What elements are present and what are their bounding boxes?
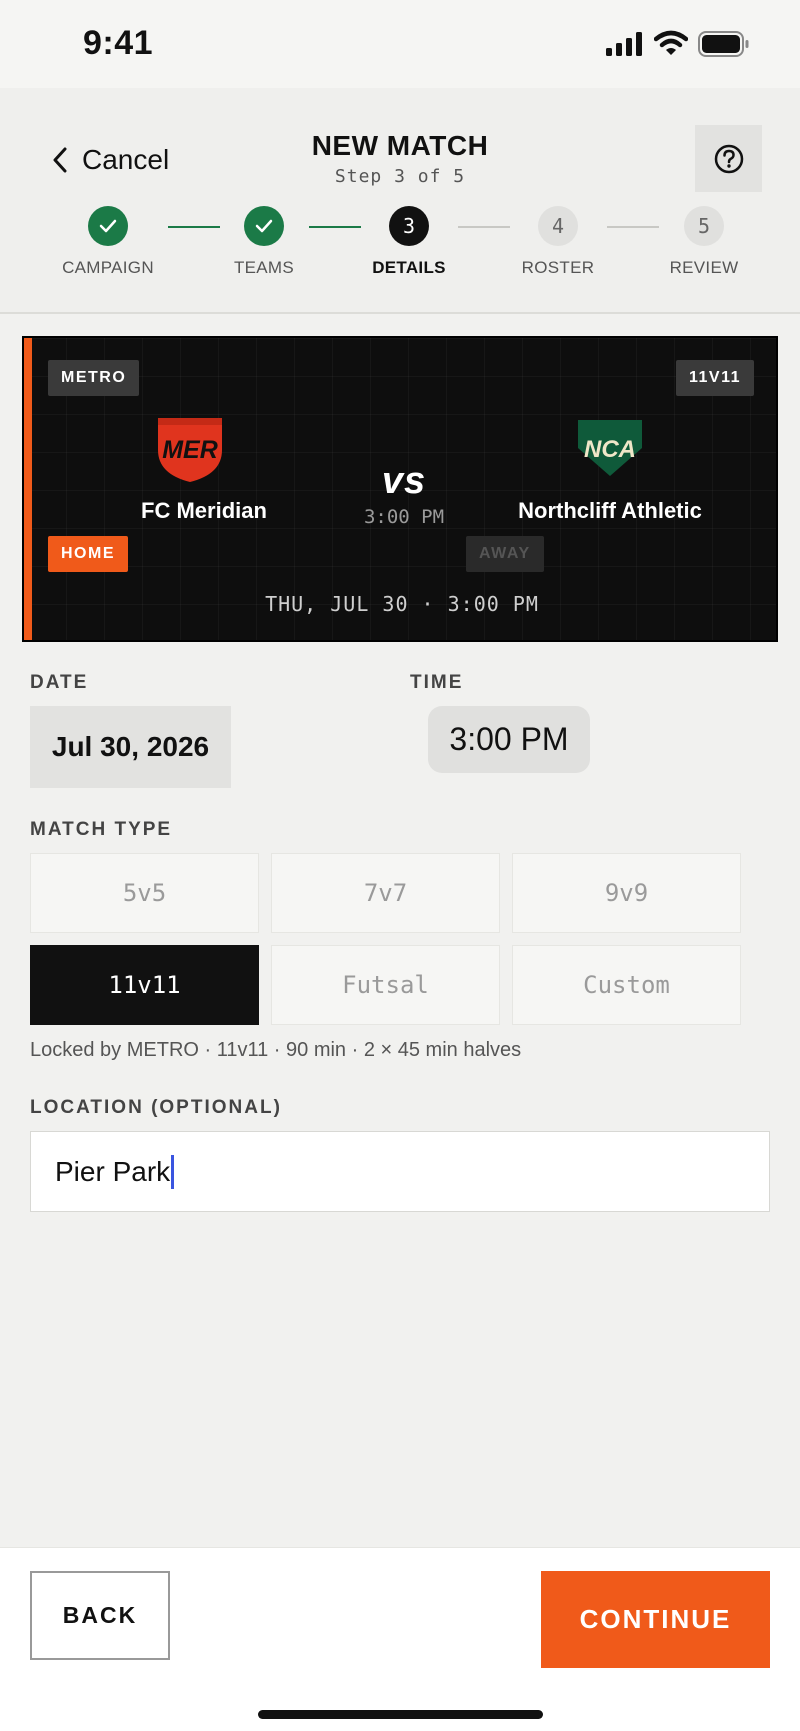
- date-label: DATE: [30, 672, 89, 693]
- step-review: 5 REVIEW: [624, 206, 784, 278]
- step-label: CAMPAIGN: [62, 258, 154, 277]
- match-type-11v11[interactable]: 11v11: [30, 945, 259, 1025]
- home-team-name: FC Meridian: [141, 498, 267, 523]
- versus-label: vs: [381, 460, 427, 502]
- cellular-signal-icon: [606, 32, 642, 56]
- step-roster: 4 ROSTER: [478, 206, 638, 278]
- back-button[interactable]: BACK: [30, 1571, 170, 1660]
- check-icon: [99, 219, 117, 233]
- check-icon: [255, 219, 273, 233]
- location-value: Pier Park: [55, 1155, 171, 1187]
- battery-icon: [698, 31, 749, 57]
- step-teams[interactable]: TEAMS: [184, 206, 344, 278]
- home-indicator[interactable]: [258, 1710, 543, 1719]
- cancel-button[interactable]: Cancel: [52, 140, 169, 180]
- step-complete-indicator: [88, 206, 128, 246]
- time-label: TIME: [410, 672, 464, 693]
- date-picker[interactable]: Jul 30, 2026: [30, 706, 231, 788]
- time-picker[interactable]: 3:00 PM: [428, 706, 590, 773]
- match-type-7v7[interactable]: 7v7: [271, 853, 500, 933]
- match-type-custom[interactable]: Custom: [512, 945, 741, 1025]
- away-team-crest: NCA: [576, 418, 644, 478]
- location-label: LOCATION (OPTIONAL): [30, 1097, 282, 1118]
- home-crest-label: MER: [162, 436, 218, 464]
- match-type-futsal[interactable]: Futsal: [271, 945, 500, 1025]
- step-complete-indicator: [244, 206, 284, 246]
- card-date-line: THU, JUL 30 · 3:00 PM: [265, 592, 539, 616]
- step-number: 5: [684, 206, 724, 246]
- format-chip: 11V11: [676, 360, 754, 396]
- step-details: 3 DETAILS: [329, 206, 489, 278]
- help-circle-icon: [714, 144, 743, 173]
- step-label: REVIEW: [669, 258, 739, 277]
- title-block: NEW MATCH Step 3 of 5: [250, 130, 550, 187]
- page-title: NEW MATCH: [311, 130, 489, 161]
- wifi-icon: [654, 30, 688, 55]
- status-time: 9:41: [83, 24, 154, 62]
- help-button[interactable]: [695, 125, 762, 192]
- away-badge: AWAY: [466, 536, 544, 572]
- wizard-footer: BACK CONTINUE: [0, 1547, 800, 1731]
- location-input[interactable]: Pier Park: [30, 1131, 770, 1212]
- match-type-lock-note: Locked by METRO · 11v11 · 90 min · 2 × 4…: [30, 1039, 522, 1061]
- step-label: DETAILS: [372, 258, 446, 277]
- text-cursor: [171, 1154, 175, 1189]
- home-team-crest: MER: [156, 416, 224, 484]
- step-campaign[interactable]: CAMPAIGN: [28, 206, 188, 278]
- step-number: 3: [389, 206, 429, 246]
- card-kickoff-time: 3:00 PM: [363, 506, 445, 528]
- match-preview-card: METRO 11V11 MER FC Meridian HOME NCA Nor…: [22, 336, 778, 642]
- step-label: TEAMS: [233, 258, 295, 277]
- wizard-header: Cancel NEW MATCH Step 3 of 5 CAMPAIGN TE…: [0, 88, 800, 314]
- league-chip: METRO: [48, 360, 140, 396]
- home-badge: HOME: [48, 536, 128, 572]
- step-label: ROSTER: [521, 258, 595, 277]
- away-team-name: Northcliff Athletic: [518, 498, 702, 523]
- cancel-label: Cancel: [82, 144, 170, 175]
- status-bar: 9:41: [0, 0, 800, 88]
- step-counter: Step 3 of 5: [334, 166, 466, 187]
- continue-button[interactable]: CONTINUE: [541, 1571, 770, 1668]
- step-number: 4: [538, 206, 578, 246]
- chevron-left-icon: [53, 147, 67, 173]
- away-crest-label: NCA: [584, 436, 636, 463]
- match-type-9v9[interactable]: 9v9: [512, 853, 741, 933]
- match-type-5v5[interactable]: 5v5: [30, 853, 259, 933]
- match-type-label: MATCH TYPE: [30, 819, 173, 840]
